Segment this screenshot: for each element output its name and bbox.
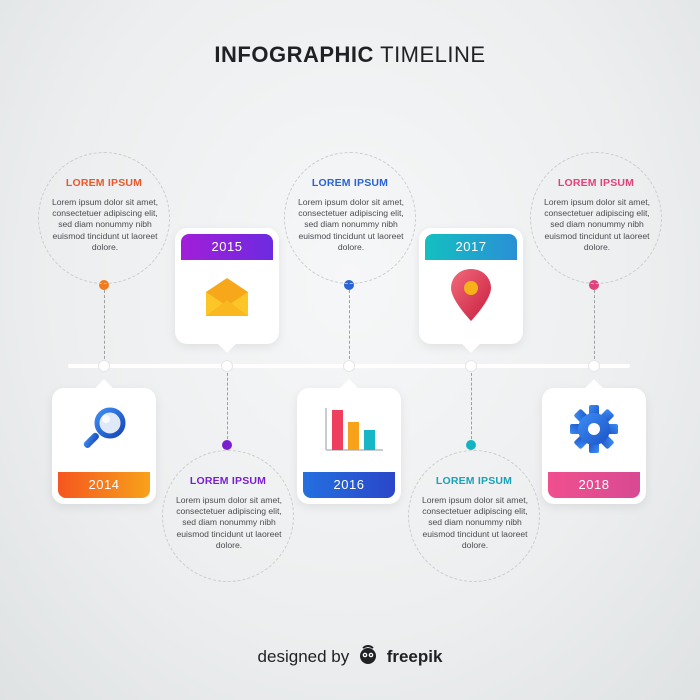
- year-card-2016: 2016: [297, 379, 401, 504]
- connector-2014: [104, 290, 105, 364]
- axis-node: [466, 361, 476, 371]
- year-card-2014: 2014: [52, 379, 156, 504]
- footer-brand: freepik: [386, 647, 443, 666]
- year-label: 2015: [181, 234, 273, 260]
- envelope-icon: [206, 278, 248, 316]
- year-card-2015: 2015: [175, 228, 279, 353]
- connector-2015: [227, 368, 228, 444]
- bubble-heading: LOREM IPSUM: [311, 177, 389, 189]
- year-label: 2018: [548, 472, 640, 498]
- bubble-text: Lorem ipsum dolor sit amet, consectetuer…: [297, 197, 405, 252]
- bubble-heading: LOREM IPSUM: [189, 475, 267, 487]
- bubble-text: Lorem ipsum dolor sit amet, consectetuer…: [175, 495, 283, 550]
- marker-dot-2017: [466, 440, 476, 450]
- card-pointer: [217, 333, 237, 353]
- page-title: INFOGRAPHIC TIMELINE: [0, 42, 700, 68]
- connector-2016: [349, 290, 350, 364]
- axis-node: [344, 361, 354, 371]
- card-pointer: [584, 379, 604, 399]
- title-bold: INFOGRAPHIC: [214, 42, 374, 67]
- bubble-heading: LOREM IPSUM: [65, 177, 143, 189]
- magnifier-icon: [83, 407, 126, 448]
- bar-chart-icon: [325, 408, 383, 451]
- gear-icon: [570, 405, 618, 453]
- bubble-heading: LOREM IPSUM: [557, 177, 635, 189]
- card-pointer: [339, 379, 359, 399]
- info-bubble-5: LOREM IPSUM Lorem ipsum dolor sit amet, …: [530, 152, 662, 284]
- info-bubble-4: LOREM IPSUM Lorem ipsum dolor sit amet, …: [408, 450, 540, 582]
- connector-2017: [471, 368, 472, 444]
- year-card-2017: 2017: [419, 228, 523, 353]
- bubble-text: Lorem ipsum dolor sit amet, consectetuer…: [51, 197, 159, 252]
- year-label: 2014: [58, 472, 150, 498]
- info-bubble-1: LOREM IPSUM Lorem ipsum dolor sit amet, …: [38, 152, 170, 284]
- info-bubble-2: LOREM IPSUM Lorem ipsum dolor sit amet, …: [162, 450, 294, 582]
- year-label: 2017: [425, 234, 517, 260]
- year-card-2018: 2018: [542, 379, 646, 504]
- year-label: 2016: [303, 472, 395, 498]
- bubble-text: Lorem ipsum dolor sit amet, consectetuer…: [421, 495, 529, 550]
- footer-prefix: designed by: [257, 647, 350, 666]
- info-bubble-3: LOREM IPSUM Lorem ipsum dolor sit amet, …: [284, 152, 416, 284]
- axis-node: [99, 361, 109, 371]
- marker-dot-2015: [222, 440, 232, 450]
- card-pointer: [94, 379, 114, 399]
- connector-2018: [594, 290, 595, 364]
- axis-node: [589, 361, 599, 371]
- bubble-text: Lorem ipsum dolor sit amet, consectetuer…: [543, 197, 651, 252]
- title-light: TIMELINE: [380, 42, 486, 67]
- axis-node: [222, 361, 232, 371]
- bubble-heading: LOREM IPSUM: [435, 475, 513, 487]
- card-pointer: [461, 333, 481, 353]
- location-pin-icon: [451, 269, 491, 321]
- freepik-logo-icon: [359, 645, 376, 664]
- footer-credit: designed by freepik: [0, 645, 700, 667]
